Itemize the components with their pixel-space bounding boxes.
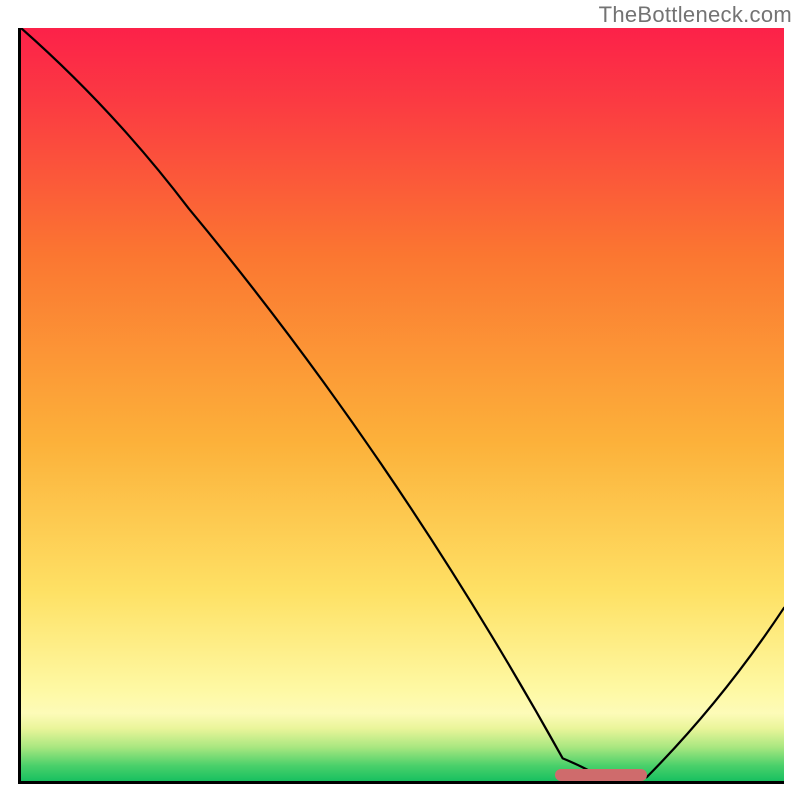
chart-frame: TheBottleneck.com xyxy=(0,0,800,800)
curve-line xyxy=(21,28,784,781)
watermark-label: TheBottleneck.com xyxy=(599,2,792,28)
optimal-marker xyxy=(555,769,647,781)
plot-area xyxy=(18,28,784,784)
